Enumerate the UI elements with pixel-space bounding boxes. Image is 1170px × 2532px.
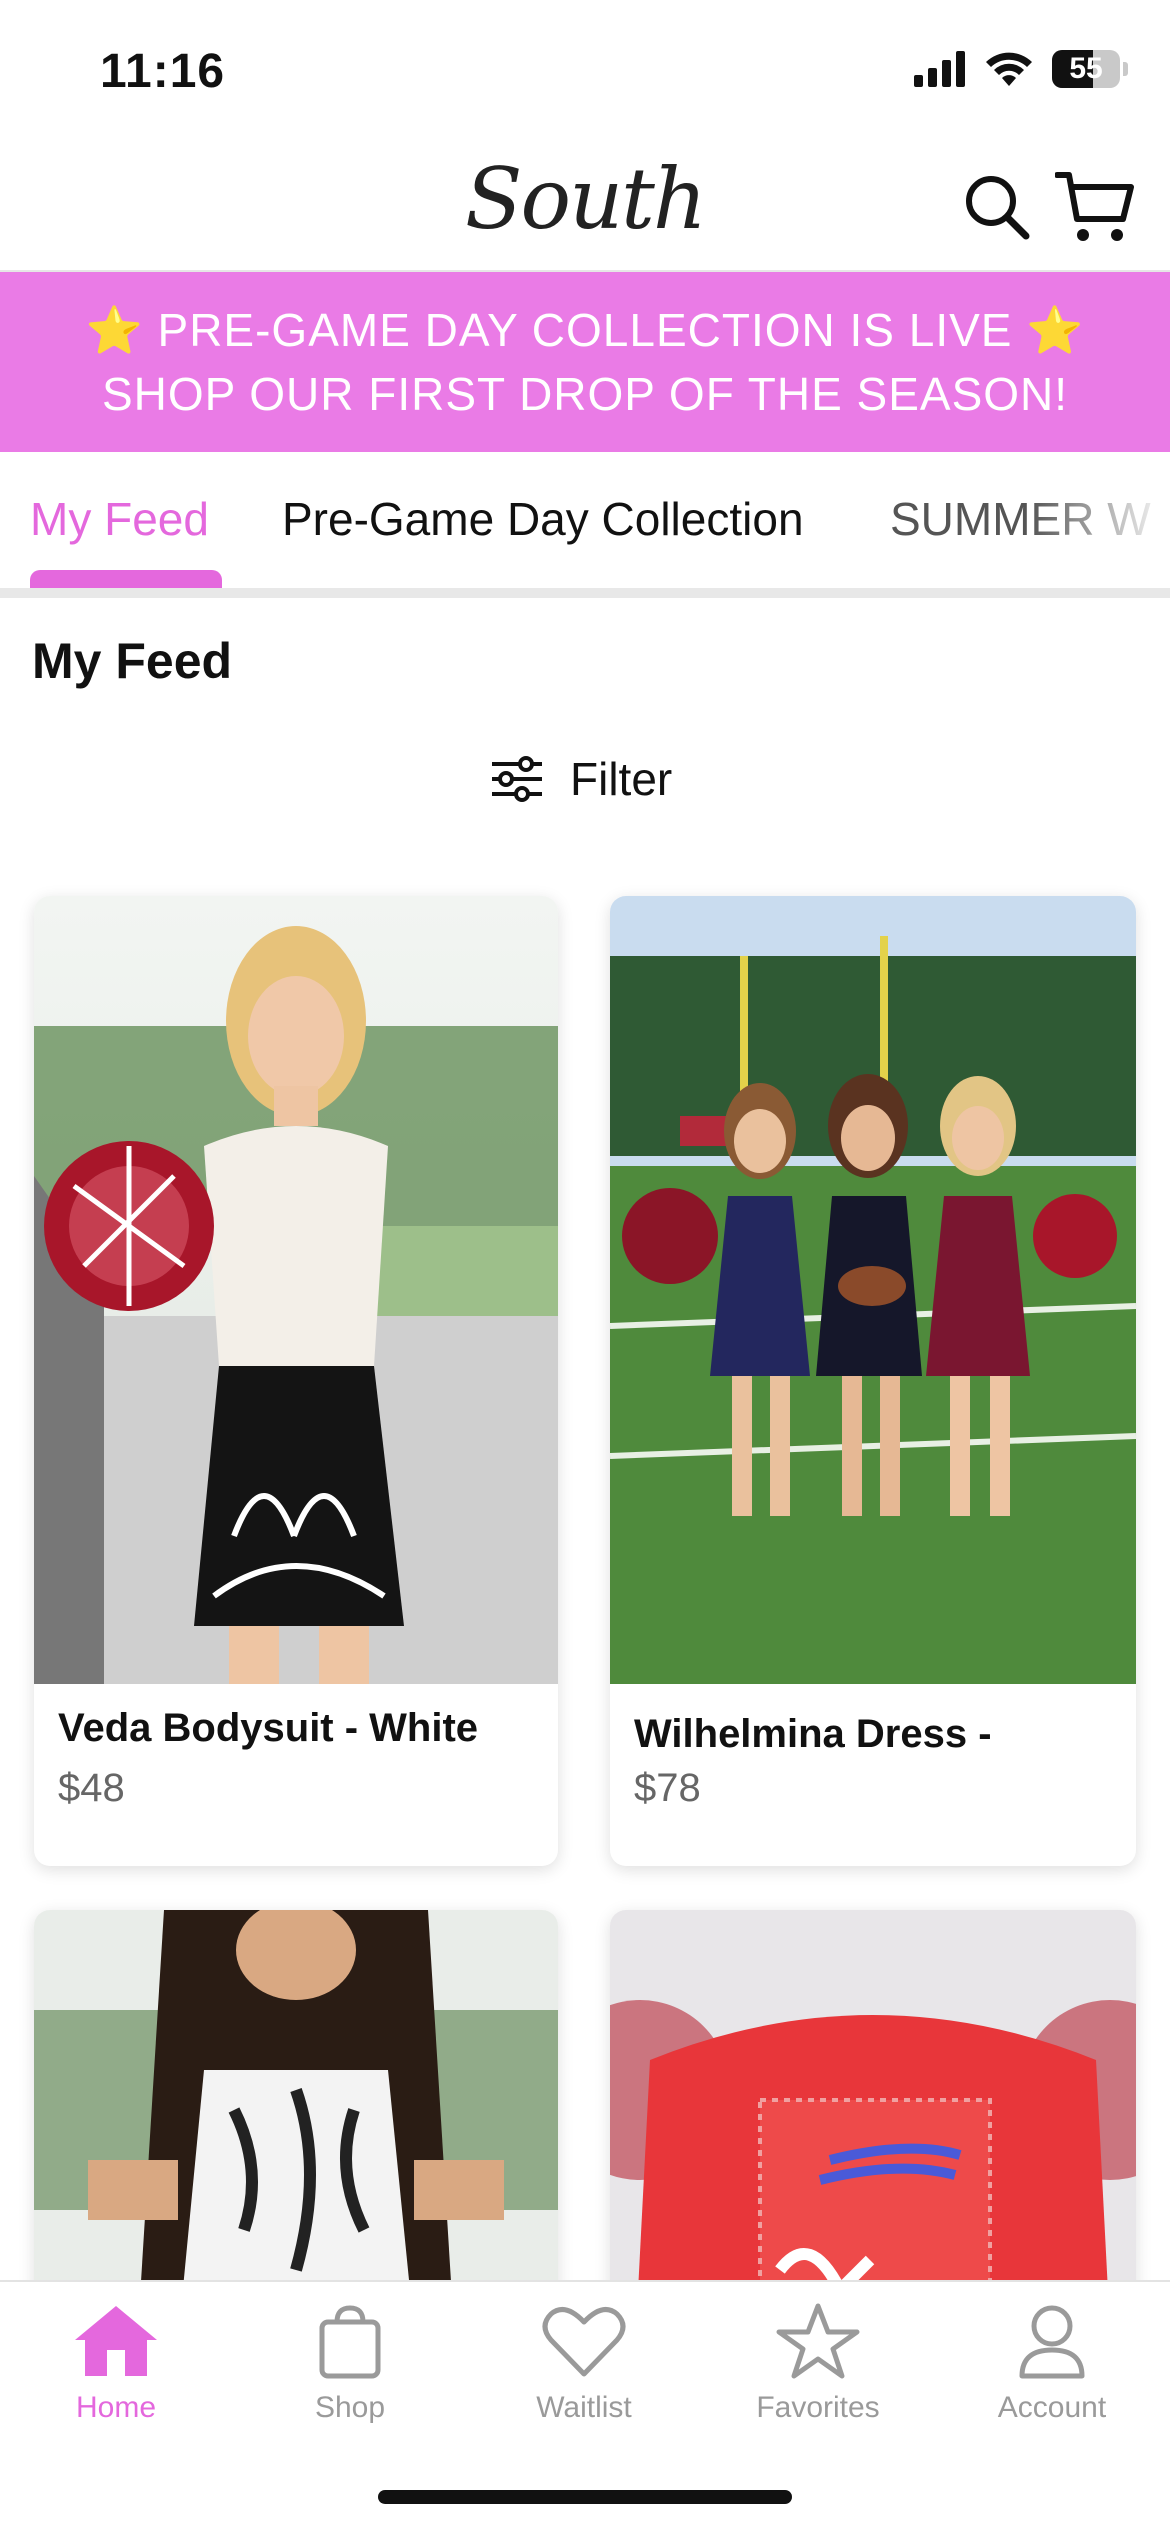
product-card[interactable]: Wilhelmina Dress - $78: [610, 896, 1136, 1866]
product-price: $48: [58, 1766, 125, 1810]
nav-account-label: Account: [997, 2391, 1107, 2424]
wifi-icon: [986, 52, 1032, 86]
nav-favorites[interactable]: Favorites: [718, 2302, 918, 2425]
nav-favorites-label: Favorites: [756, 2391, 880, 2424]
search-icon: [966, 176, 1030, 240]
nav-shop[interactable]: Shop: [250, 2302, 450, 2425]
product-name: Wilhelmina Dress -: [634, 1712, 992, 1756]
status-bar: 11:16 55: [0, 0, 1170, 140]
product-card[interactable]: [34, 1910, 558, 2330]
page-title: My Feed: [32, 633, 233, 689]
filter-button[interactable]: Filter: [490, 752, 672, 806]
star-emoji: ⭐: [1026, 304, 1085, 356]
nav-shop-label: Shop: [314, 2391, 386, 2424]
cart-button[interactable]: [1050, 162, 1140, 252]
search-button[interactable]: [952, 162, 1042, 252]
product-card[interactable]: Veda Bodysuit - White $48: [34, 896, 558, 1866]
heart-icon: [542, 2307, 626, 2377]
cart-icon: [1055, 172, 1134, 241]
nav-waitlist-label: Waitlist: [536, 2391, 632, 2424]
nav-home-label: Home: [75, 2391, 157, 2424]
product-image[interactable]: [610, 896, 1136, 1684]
tab-pre-game-day-collection[interactable]: Pre-Game Day Collection: [282, 492, 804, 546]
tabs-fade: [1030, 482, 1170, 562]
bag-icon: [319, 2305, 381, 2379]
star-emoji: ⭐: [85, 304, 144, 356]
star-icon: [776, 2303, 860, 2379]
status-time: 11:16: [100, 45, 226, 98]
collection-tabs: My Feed Pre-Game Day Collection SUMMER W: [0, 452, 1170, 598]
filter-label: Filter: [570, 753, 673, 805]
promo-banner[interactable]: ⭐ PRE-GAME DAY COLLECTION IS LIVE ⭐ SHOP…: [0, 272, 1170, 452]
status-icons: 55: [914, 50, 1128, 88]
sliders-icon: [492, 756, 542, 802]
product-name: Veda Bodysuit - White: [58, 1706, 479, 1750]
nav-account[interactable]: Account: [952, 2302, 1152, 2425]
home-indicator[interactable]: [378, 2490, 792, 2504]
active-tab-indicator: [30, 570, 222, 590]
nav-waitlist[interactable]: Waitlist: [484, 2302, 684, 2425]
product-image[interactable]: [34, 1910, 558, 2330]
battery-icon: 55: [1052, 50, 1128, 88]
battery-level: 55: [1069, 52, 1103, 85]
nav-home[interactable]: Home: [16, 2302, 216, 2425]
product-image[interactable]: [34, 896, 558, 1684]
tab-my-feed[interactable]: My Feed: [30, 492, 209, 546]
promo-line-1: ⭐ PRE-GAME DAY COLLECTION IS LIVE ⭐: [85, 304, 1085, 356]
product-price: $78: [634, 1766, 701, 1810]
product-card[interactable]: [610, 1910, 1136, 2330]
app-header: South: [0, 140, 1170, 272]
tabs-divider: [0, 588, 1170, 598]
person-icon: [1019, 2305, 1085, 2379]
home-icon: [75, 2306, 157, 2376]
cellular-signal-icon: [914, 51, 965, 87]
product-image[interactable]: [610, 1910, 1136, 2330]
promo-line-2: SHOP OUR FIRST DROP OF THE SEASON!: [101, 368, 1069, 420]
